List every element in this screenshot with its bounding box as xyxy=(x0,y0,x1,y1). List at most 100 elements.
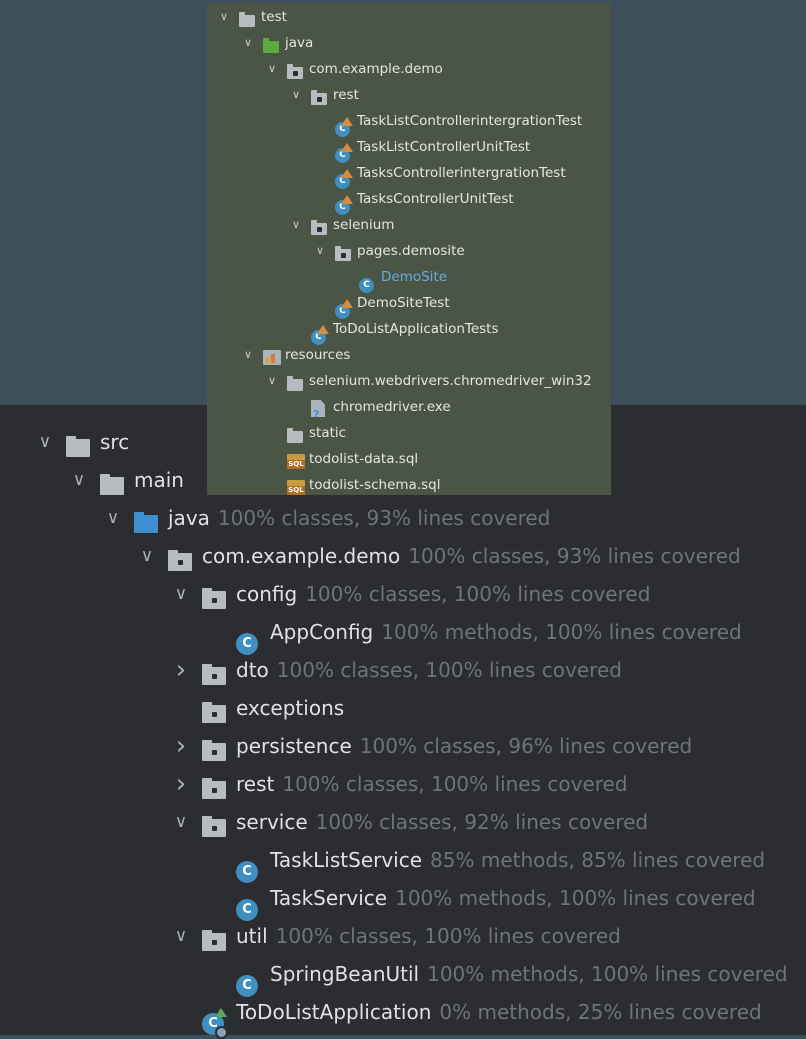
chevron-down-icon[interactable]: ∨ xyxy=(241,30,255,56)
tree-node-label: selenium.webdrivers.chromedriver_win32 xyxy=(309,373,592,389)
chevron-right-icon[interactable]: › xyxy=(170,727,192,765)
run-marker-icon xyxy=(215,1008,227,1017)
tree-node-icon: C xyxy=(335,166,353,192)
tree-node-label: java xyxy=(168,506,210,530)
test-class-icon: C xyxy=(335,117,353,137)
chevron-down-icon[interactable]: ∨ xyxy=(68,461,90,499)
tree-node-label-group: DemoSiteTest xyxy=(357,290,450,316)
chevron-down-icon[interactable]: ∨ xyxy=(265,56,279,82)
project-tree-main: ∨ src ∨ main ∨ java 100% classes, 93% lines co… xyxy=(0,405,806,1039)
chevron-down-icon[interactable]: ∨ xyxy=(102,499,124,537)
tree-node-label-group: TaskListService 85% methods, 85% lines co… xyxy=(270,841,765,879)
tree-node-label: TaskService xyxy=(270,886,388,910)
package-icon xyxy=(202,778,226,799)
tree-node-label: com.example.demo xyxy=(202,544,401,568)
tree-node-label: DemoSite xyxy=(381,269,448,285)
tree-node-label: resources xyxy=(285,347,351,363)
tree-node-label-group: selenium.webdrivers.chromedriver_win32 xyxy=(309,368,592,394)
tree-node-label: rest xyxy=(333,87,359,103)
tree-node-label-group: TasksControllerintergrationTest xyxy=(357,160,566,186)
folder-icon xyxy=(66,436,90,457)
exe-file-icon xyxy=(311,400,325,417)
tree-node-label: TaskListControllerintergrationTest xyxy=(357,113,583,129)
coverage-stats: 100% classes, 92% lines covered xyxy=(315,810,649,834)
coverage-stats: 85% methods, 85% lines covered xyxy=(430,848,766,872)
chevron-down-icon[interactable]: ∨ xyxy=(265,368,279,394)
coverage-stats: 100% classes, 100% lines covered xyxy=(305,582,651,606)
tree-node-icon: C xyxy=(335,114,353,140)
chevron-down-icon[interactable]: ∨ xyxy=(217,4,231,30)
source-folder-icon xyxy=(134,512,158,533)
tree-node-label: DemoSiteTest xyxy=(357,295,450,311)
chevron-right-icon[interactable]: › xyxy=(170,765,192,803)
tree-node-label-group: service 100% classes, 92% lines covered xyxy=(236,803,648,841)
package-icon xyxy=(202,588,226,609)
project-tree-test: ∨ test ∨ java ∨ com.example.demo ∨ rest C TaskLis… xyxy=(207,3,611,495)
chevron-down-icon[interactable]: ∨ xyxy=(241,342,255,368)
tree-node-icon: C xyxy=(202,1001,228,1039)
source-folder-icon xyxy=(263,38,279,53)
chevron-down-icon[interactable]: ∨ xyxy=(289,82,303,108)
tree-node-label-group: dto 100% classes, 100% lines covered xyxy=(236,651,622,689)
test-marker-icon xyxy=(341,117,353,126)
tree-node-label: service xyxy=(236,810,308,834)
chevron-down-icon[interactable]: ∨ xyxy=(170,575,192,613)
coverage-stats: 100% methods, 100% lines covered xyxy=(381,620,742,644)
chevron-down-icon[interactable]: ∨ xyxy=(289,212,303,238)
tree-node-label: rest xyxy=(236,772,275,796)
spring-gear-icon xyxy=(215,1026,228,1039)
chevron-down-icon[interactable]: ∨ xyxy=(170,917,192,955)
tree-node-label-group: config 100% classes, 100% lines covered xyxy=(236,575,650,613)
tree-node-label-group: com.example.demo xyxy=(309,56,443,82)
tree-node-label: TasksControllerintergrationTest xyxy=(357,165,566,181)
package-icon xyxy=(335,246,351,261)
package-icon xyxy=(202,930,226,951)
tree-node-label-group: src xyxy=(100,423,129,461)
tree-node-label: todolist-schema.sql xyxy=(309,477,441,493)
chevron-down-icon[interactable]: ∨ xyxy=(34,423,56,461)
tree-node-label: ToDoListApplication xyxy=(236,1000,432,1024)
tree-node-icon: C xyxy=(335,140,353,166)
tree-node-label-group: TaskListControllerUnitTest xyxy=(357,134,530,160)
tree-node-label-group: todolist-data.sql xyxy=(309,446,418,472)
package-icon xyxy=(202,816,226,837)
tree-node-label: java xyxy=(285,35,314,51)
tree-node-label: exceptions xyxy=(236,696,345,720)
tree-node-label-group: DemoSite xyxy=(381,264,447,290)
tree-node-label: static xyxy=(309,425,347,441)
tree-node-icon xyxy=(311,88,327,114)
test-marker-icon xyxy=(341,299,353,308)
chevron-down-icon[interactable]: ∨ xyxy=(313,238,327,264)
chevron-down-icon[interactable]: ∨ xyxy=(136,537,158,575)
tree-node-icon xyxy=(202,735,226,773)
tree-node-label-group: chromedriver.exe xyxy=(333,394,451,420)
tree-node-label: TaskListService xyxy=(270,848,423,872)
tree-node-icon xyxy=(202,583,226,621)
tree-node-label-group: SpringBeanUtil 100% methods, 100% lines c… xyxy=(270,955,788,993)
class-icon: C xyxy=(236,861,258,883)
test-class-icon: C xyxy=(335,143,353,163)
tree-node-icon xyxy=(202,659,226,697)
tree-node-icon xyxy=(202,697,226,735)
tree-node-icon xyxy=(202,925,226,963)
resources-folder-icon xyxy=(263,350,281,365)
tree-node-label-group: java 100% classes, 93% lines covered xyxy=(168,499,550,537)
coverage-stats: 100% classes, 96% lines covered xyxy=(359,734,693,758)
coverage-stats: 0% methods, 25% lines covered xyxy=(439,1000,762,1024)
tree-node-label-group: TaskService 100% methods, 100% lines cove… xyxy=(270,879,756,917)
tree-node-label-group: selenium xyxy=(333,212,394,238)
tree-node-icon xyxy=(335,244,351,270)
tree-node-label: TasksControllerUnitTest xyxy=(357,191,514,207)
tree-node-label-group: ToDoListApplication 0% methods, 25% lines… xyxy=(236,993,762,1031)
tree-node-label: SpringBeanUtil xyxy=(270,962,420,986)
coverage-stats: 100% methods, 100% lines covered xyxy=(427,962,788,986)
tree-node-label: persistence xyxy=(236,734,352,758)
chevron-down-icon[interactable]: ∨ xyxy=(170,803,192,841)
tree-node-label: TaskListControllerUnitTest xyxy=(357,139,531,155)
tree-node-label-group: rest 100% classes, 100% lines covered xyxy=(236,765,628,803)
tree-node-label-group: persistence 100% classes, 96% lines cover… xyxy=(236,727,692,765)
chevron-right-icon[interactable]: › xyxy=(170,651,192,689)
tree-node-label-group: main xyxy=(134,461,184,499)
tree-node-icon: SQL xyxy=(287,478,305,504)
folder-icon xyxy=(287,376,303,391)
